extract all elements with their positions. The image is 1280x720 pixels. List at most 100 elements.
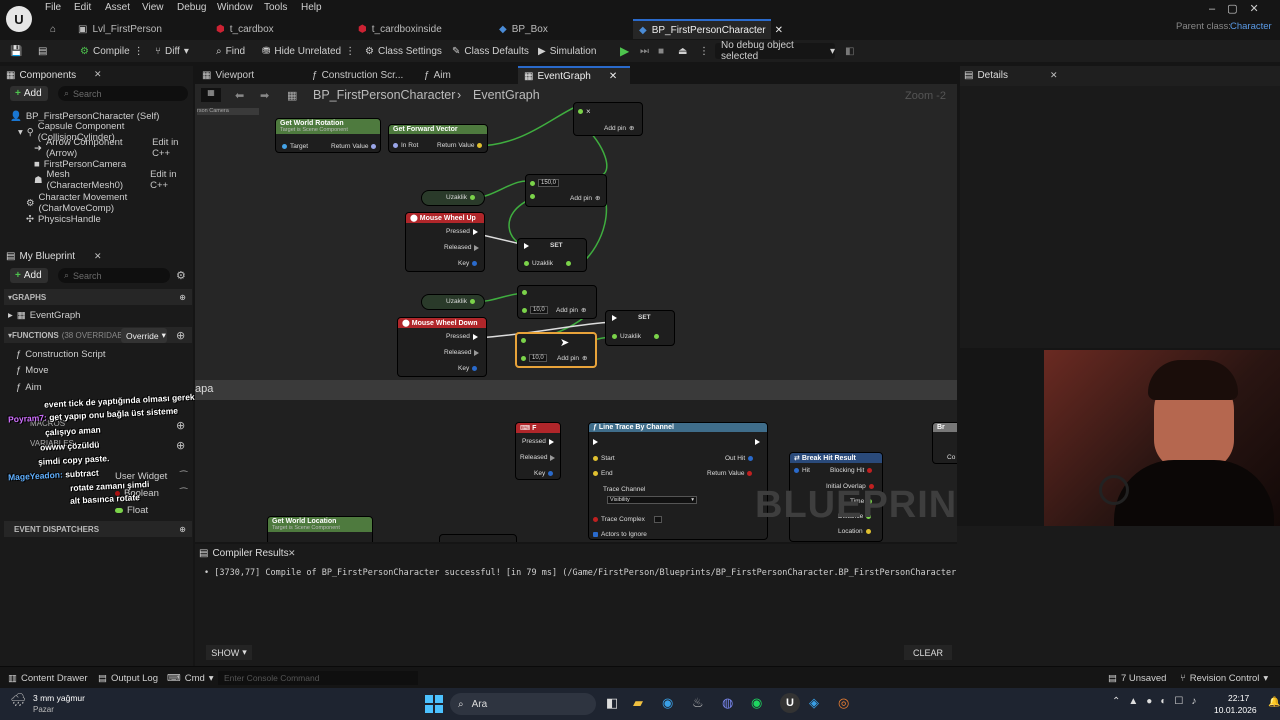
add-pin-button[interactable]: Add pin ⊕ xyxy=(604,124,635,133)
node-get-uzaklik[interactable]: Uzaklik xyxy=(421,190,485,206)
node-line-trace-by-channel[interactable]: ƒ Line Trace By Channel Start Out Hit En… xyxy=(588,422,768,540)
menu-edit[interactable]: Edit xyxy=(74,2,91,16)
components-search-input[interactable]: ⌕ Search xyxy=(58,86,188,101)
pin-return-value[interactable]: Return Value xyxy=(331,143,377,150)
eject-icon[interactable]: ⏏ xyxy=(678,40,687,62)
notification-icon[interactable]: 🔔 xyxy=(1268,697,1280,708)
class-settings-button[interactable]: ⚙ Class Settings xyxy=(365,40,442,62)
blueprint-search-input[interactable]: ⌕ Search xyxy=(58,268,170,283)
pin-released[interactable]: Released xyxy=(444,244,480,251)
override-dropdown[interactable]: Override ▾ xyxy=(121,328,167,343)
macros-section[interactable]: MACROS xyxy=(30,419,65,428)
close-icon[interactable]: ✕ xyxy=(1050,70,1058,81)
hide-unrelated-button[interactable]: ⛃ Hide Unrelated ⋮ xyxy=(262,40,355,62)
unreal-taskbar-icon[interactable]: U xyxy=(780,693,800,713)
clear-button[interactable]: CLEAR xyxy=(904,645,952,660)
tab-construction-script[interactable]: ƒ Construction Scr... xyxy=(308,66,412,84)
system-tray-icons[interactable]: ⌃▲●◐☐♪ xyxy=(1112,696,1204,707)
pin-released[interactable]: Released xyxy=(444,349,480,356)
pin-blocking-hit[interactable]: Blocking Hit xyxy=(830,467,873,474)
edit-cpp-link[interactable]: Edit in C++ xyxy=(150,169,193,191)
node-multiply-10a[interactable]: 10,0 Add pin ⊕ xyxy=(517,285,597,319)
trace-channel-select[interactable]: Visibility ▾ xyxy=(607,496,697,504)
revision-control-button[interactable]: ⑂ Revision Control ▾ xyxy=(1180,667,1268,689)
menu-window[interactable]: Window xyxy=(217,2,253,16)
window-controls[interactable]: –▢✕ xyxy=(1209,2,1271,15)
add-blueprint-item-button[interactable]: + Add xyxy=(10,268,48,283)
debug-object-select[interactable]: No debug object selected ▾ xyxy=(715,40,835,62)
graphs-section[interactable]: ▾ GRAPHS ⊕ xyxy=(4,289,192,305)
simulation-button[interactable]: ▶ Simulation xyxy=(538,40,596,62)
pin-uzaklik[interactable]: Uzaklik xyxy=(524,260,571,267)
close-icon[interactable]: ✕ xyxy=(94,251,102,262)
discord-icon[interactable]: ◍ xyxy=(722,695,733,711)
close-icon[interactable]: ✕ xyxy=(288,548,296,559)
node-get-world-location[interactable]: Get World Location Target is Scene Compon… xyxy=(267,516,373,542)
value-field[interactable]: 150,0 xyxy=(538,179,560,187)
more-options-icon[interactable]: ⋮ xyxy=(699,40,709,62)
edge-icon[interactable]: ◉ xyxy=(662,695,673,711)
value-field[interactable]: 10,0 xyxy=(529,354,547,362)
trace-complex-checkbox[interactable] xyxy=(653,516,662,523)
node-partial[interactable] xyxy=(439,534,517,542)
eye-icon[interactable]: ⁀ xyxy=(180,471,187,482)
debug-icon[interactable]: ◧ xyxy=(845,40,854,62)
forward-icon[interactable]: ➡ xyxy=(260,89,269,102)
steam-icon[interactable]: ♨ xyxy=(692,695,704,711)
pin-actors-to-ignore[interactable]: Actors to Ignore xyxy=(593,531,647,538)
menu-file[interactable]: File xyxy=(45,2,61,16)
obs-icon[interactable]: ◎ xyxy=(838,695,849,711)
tab-bp-firstpersoncharacter[interactable]: ◆ BP_FirstPersonCharacter ✕ xyxy=(633,19,783,39)
file-explorer-icon[interactable]: ▰ xyxy=(633,695,643,711)
component-movement[interactable]: ⚙ Character Movement (CharMoveComp) xyxy=(26,192,193,214)
close-icon[interactable]: ✕ xyxy=(94,69,102,80)
pin-uzaklik[interactable]: Uzaklik xyxy=(612,333,659,340)
node-set-uzaklik-2[interactable]: SET Uzaklik xyxy=(605,310,675,346)
app-icon[interactable]: ◈ xyxy=(809,695,819,711)
node-set-uzaklik-1[interactable]: SET Uzaklik xyxy=(517,238,587,272)
menu-debug[interactable]: Debug xyxy=(177,2,206,16)
home-icon[interactable]: ⌂ xyxy=(50,19,70,39)
console-command-input[interactable]: Enter Console Command xyxy=(218,671,418,685)
clock-time[interactable]: 22:17 xyxy=(1228,693,1249,703)
taskbar-search[interactable]: ⌕ Ara xyxy=(450,693,596,715)
diff-button[interactable]: ⑂ Diff ▾ xyxy=(155,40,189,62)
compile-button[interactable]: ⚙ Compile ⋮ xyxy=(80,40,144,62)
pin-released[interactable]: Released xyxy=(520,454,556,461)
pin-return-value[interactable]: Return Value xyxy=(437,142,483,149)
add-pin-button[interactable]: Add pin ⊕ xyxy=(557,354,588,363)
value-field[interactable]: 10,0 xyxy=(530,306,548,314)
node-multiply-10b[interactable]: 10,0 Add pin ⊕ xyxy=(515,332,597,368)
spotify-icon[interactable]: ◉ xyxy=(751,695,762,711)
close-icon[interactable]: ✕ xyxy=(775,25,783,36)
windows-start-icon[interactable] xyxy=(425,695,443,713)
pin-key[interactable]: Key xyxy=(458,260,478,267)
pin-key[interactable]: Key xyxy=(534,470,554,477)
node-mouse-wheel-down[interactable]: ⬤ Mouse Wheel Down Pressed Released Key xyxy=(397,317,487,377)
event-dispatchers-section[interactable]: EVENT DISPATCHERS ⊕ xyxy=(4,521,192,537)
pin-in-rot[interactable]: In Rot xyxy=(393,142,418,149)
add-pin-button[interactable]: Add pin ⊕ xyxy=(556,306,587,315)
variable-float[interactable]: Float xyxy=(115,503,148,517)
pin-pressed[interactable]: Pressed xyxy=(446,333,478,340)
tab-t-cardbox[interactable]: ⬢ t_cardbox xyxy=(212,19,332,39)
show-button[interactable]: SHOW ▾ xyxy=(206,645,252,660)
add-icon[interactable]: ⊕ xyxy=(176,419,185,432)
unsaved-indicator[interactable]: ▤ 7 Unsaved xyxy=(1108,667,1166,689)
find-button[interactable]: ⌕ Find xyxy=(216,40,245,62)
task-view-icon[interactable]: ◧ xyxy=(606,695,618,711)
component-arrow[interactable]: ➜ Arrow Component (Arrow) Edit in C++ xyxy=(34,137,193,159)
node-branch-partial[interactable]: Br Co xyxy=(932,422,957,464)
step-icon[interactable]: ⏭ xyxy=(640,40,649,62)
function-aim[interactable]: ƒ Aim xyxy=(16,380,42,394)
node-get-world-rotation[interactable]: Get World Rotation Target is Scene Compon… xyxy=(275,118,381,153)
add-icon[interactable]: ⊕ xyxy=(179,525,186,534)
tab-viewport[interactable]: ▦ Viewport xyxy=(198,66,302,84)
tab-lvl-firstperson[interactable]: ▣ Lvl_FirstPerson xyxy=(72,19,192,39)
component-mesh[interactable]: ☗ Mesh (CharacterMesh0) Edit in C++ xyxy=(34,169,193,191)
tab-aim[interactable]: ƒ Aim xyxy=(420,66,510,84)
node-get-uzaklik[interactable]: Uzaklik xyxy=(421,294,485,310)
pin-location[interactable]: Location xyxy=(838,528,871,535)
add-pin-button[interactable]: Add pin ⊕ xyxy=(570,194,601,203)
node-multiply-150[interactable]: 150,0 Add pin ⊕ xyxy=(525,174,607,207)
